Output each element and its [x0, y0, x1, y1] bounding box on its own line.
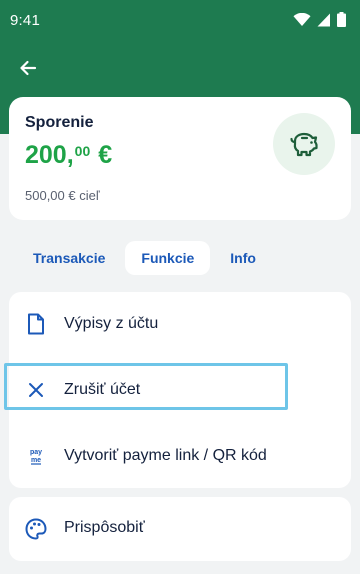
account-balance: 200, 00 € [25, 141, 112, 170]
cellular-signal-icon [317, 13, 330, 26]
piggy-bank-icon [290, 132, 318, 157]
customize-button[interactable]: Prispôsobiť [9, 497, 351, 561]
document-icon [25, 313, 47, 335]
menu-item-close-account[interactable]: Zrušiť účet [9, 358, 351, 422]
payme-icon: pay me [25, 445, 47, 467]
balance-whole: 200, [25, 141, 74, 169]
tab-transakcie[interactable]: Transakcie [9, 241, 121, 275]
account-card: Sporenie 200, 00 € 500,00 € cieľ [9, 97, 351, 220]
svg-text:me: me [31, 457, 41, 464]
svg-text:pay: pay [30, 449, 42, 456]
menu-item-statements[interactable]: Výpisy z účtu [9, 292, 351, 356]
back-button[interactable] [12, 52, 44, 84]
balance-cents: 00 [74, 143, 91, 159]
balance-currency: € [98, 141, 113, 169]
menu-item-payme-link[interactable]: pay me Vytvoriť payme link / QR kód [9, 424, 351, 488]
tab-bar: Transakcie Funkcie Info [9, 241, 272, 277]
tab-funkcie[interactable]: Funkcie [125, 241, 211, 275]
status-icons [293, 12, 346, 27]
menu-item-label: Vytvoriť payme link / QR kód [64, 447, 267, 464]
battery-icon [337, 12, 346, 27]
customize-label: Prispôsobiť [64, 519, 145, 536]
status-bar: 9:41 [0, 0, 360, 40]
menu-item-label: Výpisy z účtu [64, 315, 159, 332]
menu-item-label: Zrušiť účet [64, 381, 141, 398]
account-name: Sporenie [25, 114, 94, 131]
tab-info[interactable]: Info [214, 241, 272, 275]
close-icon [25, 379, 47, 401]
status-time: 9:41 [10, 12, 40, 29]
wifi-icon [293, 12, 311, 26]
arrow-left-icon [20, 60, 37, 76]
functions-menu: Výpisy z účtu Zrušiť účet pay me Vytvori… [9, 292, 351, 488]
piggy-bank-badge [273, 113, 335, 175]
account-goal: 500,00 € cieľ [25, 188, 100, 203]
palette-icon [25, 518, 47, 540]
